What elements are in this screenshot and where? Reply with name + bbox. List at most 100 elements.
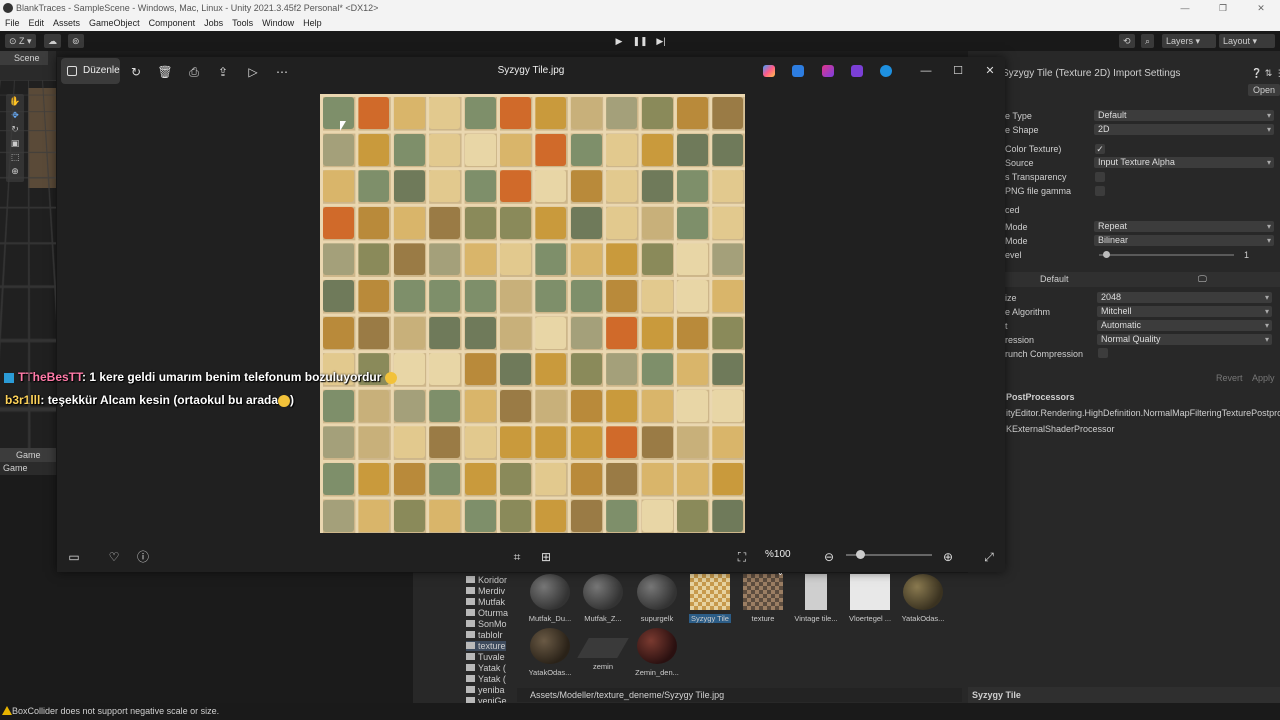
filter-mode-dropdown[interactable]: Bilinear	[1094, 235, 1274, 246]
asset-thumbnail[interactable]: Zemin_den...	[631, 628, 683, 677]
filmstrip-icon[interactable]: ▭	[65, 548, 83, 566]
menu-jobs[interactable]: Jobs	[204, 16, 223, 31]
asset-thumbnail-selected[interactable]: Syzygy Tile	[684, 574, 736, 623]
alpha-transparency-checkbox[interactable]	[1095, 172, 1105, 182]
game-display-dropdown[interactable]: Game	[0, 462, 56, 475]
folder-item[interactable]: Koridor	[466, 575, 507, 585]
menu-edit[interactable]: Edit	[29, 16, 45, 31]
folder-item[interactable]: Tuvale	[466, 652, 505, 662]
move-tool-icon[interactable]: ✥	[6, 108, 24, 122]
menu-window[interactable]: Window	[262, 16, 294, 31]
menu-component[interactable]: Component	[149, 16, 196, 31]
account-button[interactable]: ⊙ Z ▾	[5, 34, 36, 48]
visual-search-icon[interactable]: ⌗	[508, 548, 526, 566]
folder-item[interactable]: tablolr	[466, 630, 503, 640]
scale-tool-icon[interactable]: ▣	[6, 136, 24, 150]
menu-assets[interactable]: Assets	[53, 16, 80, 31]
minimize-icon[interactable]: —	[1166, 0, 1204, 16]
menu-file[interactable]: File	[5, 16, 20, 31]
copilot-icon[interactable]	[763, 65, 775, 77]
menu-help[interactable]: Help	[303, 16, 322, 31]
max-size-dropdown[interactable]: 2048	[1097, 292, 1272, 303]
fit-to-window-icon[interactable]: ⛶	[733, 548, 751, 566]
inspector-help-icon[interactable]: ❔ ⇅ ⋮	[1251, 68, 1280, 79]
hand-tool-icon[interactable]: ✋	[6, 94, 24, 108]
compression-dropdown[interactable]: Normal Quality	[1097, 334, 1272, 345]
chat-text: : teşekkür Alcam kesin (ortaokul bu arad…	[40, 393, 278, 407]
cloud-icon[interactable]: ☁	[44, 34, 61, 48]
favorite-icon[interactable]: ♡	[105, 548, 123, 566]
asset-thumbnail[interactable]: supurgelk	[631, 574, 683, 623]
minimize-icon[interactable]: —	[916, 63, 936, 79]
zoom-slider-knob[interactable]	[856, 550, 866, 559]
tab-game[interactable]: Game	[0, 448, 56, 462]
texture-shape-dropdown[interactable]: 2D	[1094, 124, 1274, 135]
rotate-tool-icon[interactable]: ↻	[6, 122, 24, 136]
aniso-level-slider[interactable]	[1099, 251, 1234, 258]
status-bar[interactable]: BoxCollider does not support negative sc…	[0, 703, 1280, 720]
folder-item[interactable]: Mutfak	[466, 597, 505, 607]
folder-item[interactable]: yeniGe	[466, 696, 507, 703]
folder-item[interactable]: Oturma	[466, 608, 508, 618]
step-icon[interactable]: ▶|	[652, 34, 670, 48]
close-icon[interactable]: ✕	[1242, 0, 1280, 16]
fullscreen-icon[interactable]: ⤢	[980, 548, 998, 566]
rect-tool-icon[interactable]: ⬚	[6, 150, 24, 164]
asset-thumbnail[interactable]: Vloertegel ...	[844, 574, 896, 623]
layers-dropdown[interactable]: Layers ▾	[1162, 34, 1216, 48]
format-dropdown[interactable]: Automatic	[1097, 320, 1272, 331]
ocr-icon[interactable]: ⊞	[537, 548, 555, 566]
folder-item[interactable]: Yatak (	[466, 663, 506, 673]
zoom-slider[interactable]	[846, 550, 932, 559]
asset-thumbnail[interactable]: Mutfak_Z...	[577, 574, 629, 623]
tab-default-platform[interactable]: Default	[1040, 274, 1069, 284]
monitor-icon[interactable]: 🖵	[1198, 274, 1207, 285]
asset-thumbnail[interactable]: Mutfak_Du...	[524, 574, 576, 623]
zoom-in-icon[interactable]: ⊕	[939, 548, 957, 566]
alpha-source-dropdown[interactable]: Input Texture Alpha	[1094, 157, 1274, 168]
tab-scene[interactable]: Scene	[0, 51, 48, 65]
open-button[interactable]: Open	[1248, 84, 1280, 96]
designer-icon[interactable]	[792, 65, 804, 77]
wrap-mode-dropdown[interactable]: Repeat	[1094, 221, 1274, 232]
resize-algorithm-dropdown[interactable]: Mitchell	[1097, 306, 1272, 317]
tile-image[interactable]	[320, 94, 745, 533]
photos-app-icon[interactable]	[851, 65, 863, 77]
aniso-level-value[interactable]: 1	[1244, 250, 1249, 260]
folder-item-selected[interactable]: texture	[466, 641, 506, 651]
asset-thumbnail[interactable]: YatakOdas...	[524, 628, 576, 677]
folder-item[interactable]: Merdiv	[466, 586, 505, 596]
folder-item[interactable]: yeniba	[466, 685, 505, 695]
menu-tools[interactable]: Tools	[232, 16, 253, 31]
search-icon[interactable]: ⌕	[1141, 34, 1155, 48]
menu-gameobject[interactable]: GameObject	[89, 16, 140, 31]
apply-button[interactable]: Apply	[1252, 373, 1275, 383]
collab-icon[interactable]: ⊚	[68, 34, 84, 48]
zoom-out-icon[interactable]: ⊖	[820, 548, 838, 566]
asset-thumbnail[interactable]: zemin	[577, 628, 629, 671]
crunch-checkbox[interactable]	[1098, 348, 1108, 358]
unity-logo-icon	[3, 3, 13, 13]
folder-item[interactable]: Yatak (	[466, 674, 506, 684]
history-icon[interactable]: ⟲	[1119, 34, 1135, 48]
asset-thumbnail[interactable]: Vintage tile...	[790, 574, 842, 623]
zoom-dropdown[interactable]: %100 ⌄	[759, 546, 809, 577]
status-message[interactable]: BoxCollider does not support negative sc…	[12, 706, 219, 716]
close-icon[interactable]: ✕	[980, 63, 1000, 79]
revert-button[interactable]: Revert	[1216, 373, 1243, 383]
srgb-checkbox[interactable]: ✓	[1095, 144, 1105, 154]
png-gamma-checkbox[interactable]	[1095, 186, 1105, 196]
clipchamp-icon[interactable]	[822, 65, 834, 77]
info-icon[interactable]: ⓘ	[134, 548, 152, 566]
texture-type-dropdown[interactable]: Default	[1094, 110, 1274, 121]
asset-thumbnail[interactable]: YatakOdas...	[897, 574, 949, 623]
transform-tool-icon[interactable]: ⊕	[6, 164, 24, 178]
maximize-icon[interactable]: ☐	[948, 63, 968, 79]
pause-icon[interactable]: ❚❚	[631, 34, 649, 48]
folder-item[interactable]: SonMo	[466, 619, 507, 629]
restore-icon[interactable]: ❐	[1204, 0, 1242, 16]
layout-dropdown[interactable]: Layout ▾	[1219, 34, 1275, 48]
play-icon[interactable]: ▶	[610, 34, 628, 48]
advanced-foldout[interactable]: ced	[1005, 205, 1020, 215]
onedrive-icon[interactable]	[880, 65, 892, 77]
